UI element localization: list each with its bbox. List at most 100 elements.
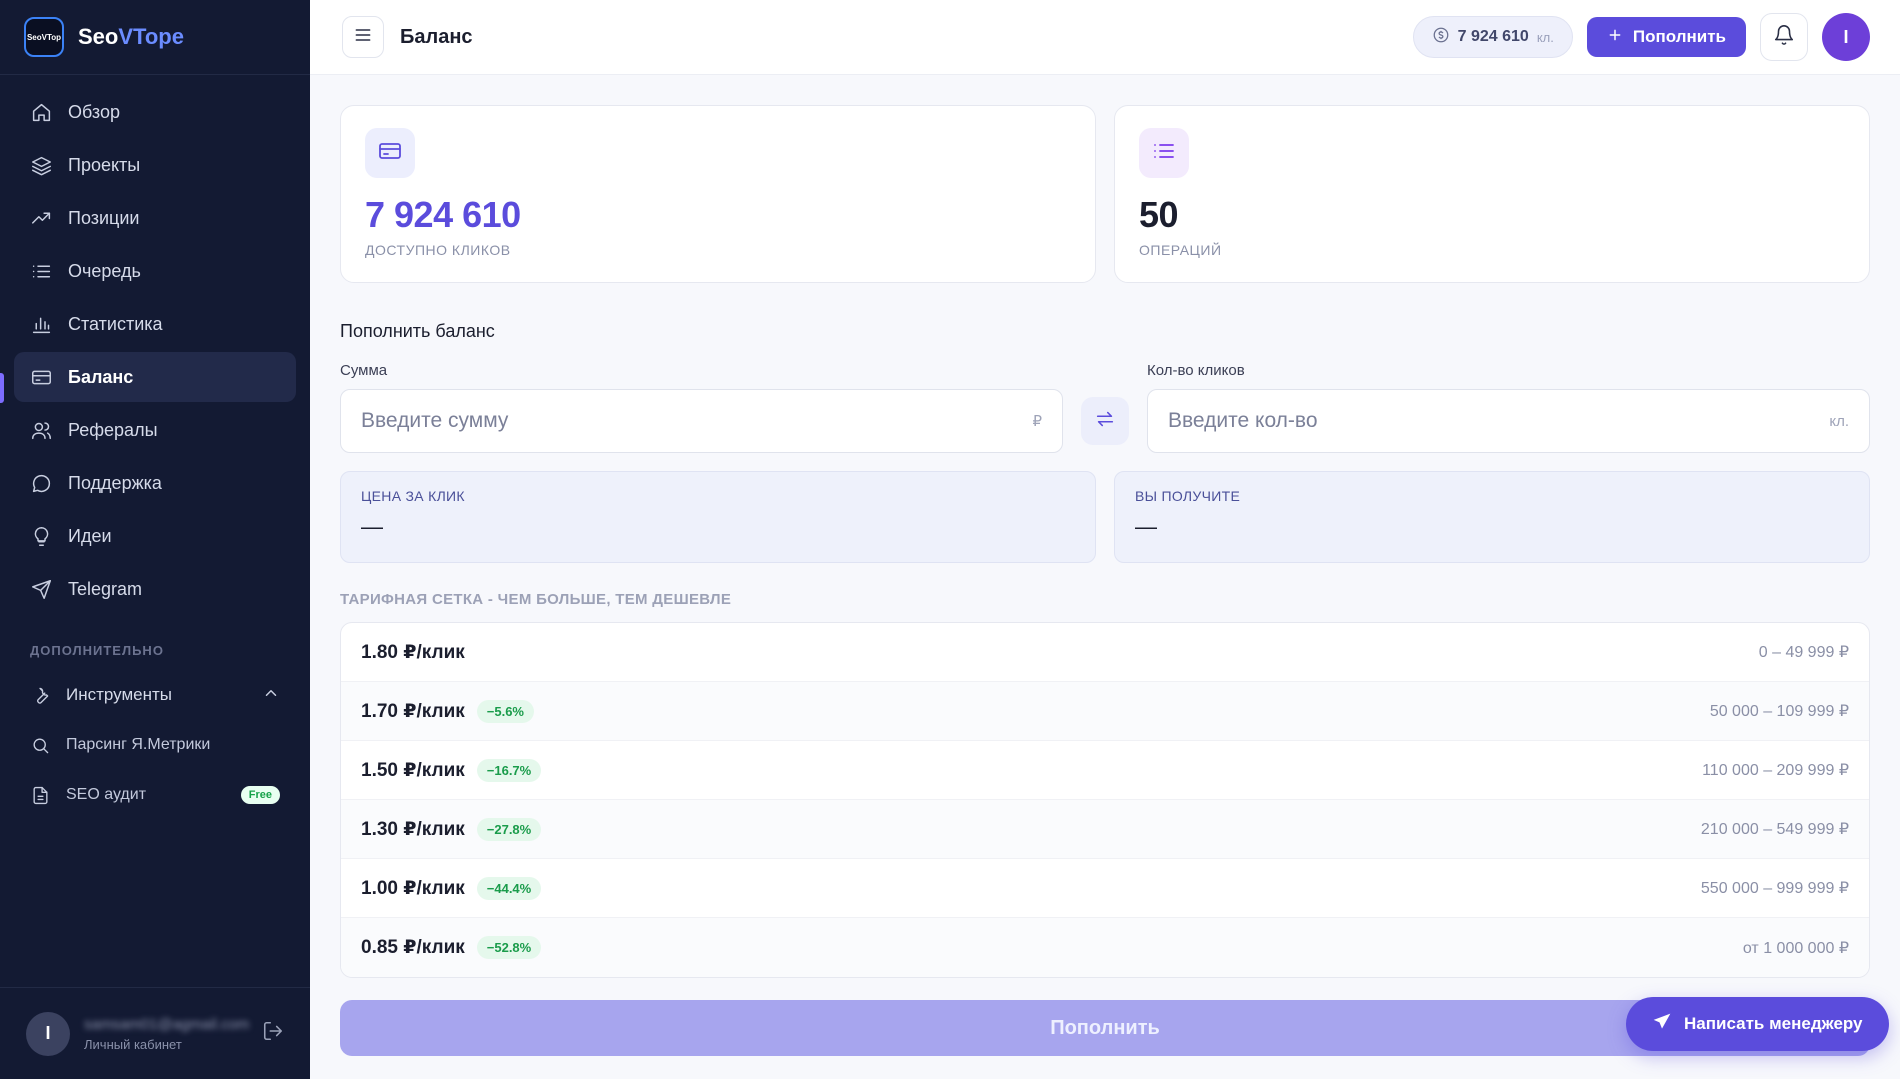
stat-card-operations: 50 ОПЕРАЦИЙ	[1114, 105, 1870, 283]
you-receive-label: ВЫ ПОЛУЧИТЕ	[1135, 488, 1241, 504]
stat-icon-wrap	[365, 128, 415, 178]
tariff-range: 110 000 – 209 999 ₽	[1702, 762, 1849, 779]
sidebar-item-label: SEO аудит	[66, 786, 147, 803]
bell-icon	[1773, 24, 1795, 51]
brand[interactable]: SeoVTop SeoVTope	[0, 0, 310, 75]
tariff-range: 550 000 – 999 999 ₽	[1700, 880, 1849, 897]
sidebar-nav: Обзор Проекты Позиции Очередь Статистика…	[0, 75, 310, 614]
sidebar-item-label: Проекты	[68, 154, 141, 175]
header-avatar[interactable]: I	[1822, 13, 1870, 61]
sidebar-item-telegram[interactable]: Telegram	[14, 564, 296, 614]
tariff-row: 1.30 ₽/клик −27.8% 210 000 – 549 999 ₽	[341, 800, 1869, 859]
balance-chip[interactable]: 7 924 610 кл.	[1412, 16, 1573, 58]
sidebar-item-support[interactable]: Поддержка	[14, 458, 296, 508]
tariff-price: 1.80 ₽/клик	[361, 641, 465, 663]
tariff-range: от 1 000 000 ₽	[1742, 939, 1849, 957]
swap-arrows-icon	[1094, 408, 1116, 435]
user-name: samsam01@agmail.com	[84, 1015, 250, 1033]
sum-field: Сумма ₽	[340, 362, 1063, 453]
discount-badge: −16.7%	[476, 758, 542, 782]
calc-info-row: ЦЕНА ЗА КЛИК — ВЫ ПОЛУЧИТЕ —	[340, 471, 1870, 563]
sidebar-item-label: Очередь	[68, 260, 141, 281]
clicks-input[interactable]	[1168, 409, 1830, 433]
send-icon	[1652, 1012, 1672, 1037]
tariff-row: 0.85 ₽/клик −52.8% от 1 000 000 ₽	[341, 918, 1869, 977]
wrench-icon	[30, 685, 50, 705]
sidebar-item-balance[interactable]: Баланс	[14, 352, 296, 402]
sidebar-item-metrika-parsing[interactable]: Парсинг Я.Метрики	[0, 720, 310, 770]
operations-label: ОПЕРАЦИЙ	[1139, 242, 1222, 258]
price-per-click-label: ЦЕНА ЗА КЛИК	[361, 488, 465, 504]
sidebar-item-tools[interactable]: Инструменты	[0, 670, 310, 720]
tariff-table: 1.80 ₽/клик 0 – 49 999 ₽ 1.70 ₽/клик −5.…	[340, 622, 1870, 978]
layers-icon	[30, 154, 52, 176]
you-receive-card: ВЫ ПОЛУЧИТЕ —	[1114, 471, 1870, 563]
available-clicks-value: 7 924 610	[365, 194, 521, 235]
logout-icon[interactable]	[262, 1020, 284, 1047]
topup-form: Сумма ₽ Кол-во кликов кл.	[340, 362, 1870, 453]
tariff-row: 1.80 ₽/клик 0 – 49 999 ₽	[341, 623, 1869, 682]
you-receive-value: —	[1135, 514, 1157, 539]
sum-input-wrap: ₽	[340, 389, 1063, 453]
sidebar-item-projects[interactable]: Проекты	[14, 140, 296, 190]
ruble-suffix: ₽	[1032, 413, 1042, 430]
sidebar-item-label: Статистика	[68, 313, 163, 334]
stats-row: 7 924 610 ДОСТУПНО КЛИКОВ 50 ОПЕРАЦИЙ	[340, 105, 1870, 283]
clicks-suffix: кл.	[1829, 412, 1849, 430]
header-topup-label: Пополнить	[1632, 27, 1726, 46]
user-subtitle: Личный кабинет	[84, 1036, 182, 1052]
tariff-range: 0 – 49 999 ₽	[1758, 644, 1849, 661]
menu-button[interactable]	[342, 16, 384, 58]
tariff-price: 0.85 ₽/клик	[361, 937, 465, 958]
discount-badge: −52.8%	[476, 936, 542, 959]
sidebar-item-label: Баланс	[68, 366, 134, 387]
sidebar-item-statistics[interactable]: Статистика	[14, 299, 296, 349]
file-icon	[30, 785, 50, 805]
sidebar-item-ideas[interactable]: Идеи	[14, 511, 296, 561]
contact-manager-button[interactable]: Написать менеджеру	[1626, 997, 1889, 1051]
message-icon	[30, 472, 52, 494]
sidebar-item-label: Поддержка	[68, 472, 162, 493]
bar-chart-icon	[30, 313, 52, 335]
search-icon	[30, 735, 50, 755]
lightbulb-icon	[30, 525, 52, 547]
sum-label: Сумма	[340, 362, 388, 379]
swap-button[interactable]	[1081, 397, 1129, 445]
home-icon	[30, 101, 52, 123]
sidebar-item-label: Инструменты	[66, 685, 173, 704]
credit-card-icon	[30, 366, 52, 388]
operations-value: 50	[1139, 194, 1179, 235]
active-indicator	[0, 373, 4, 403]
top-header: Баланс 7 924 610 кл. Пополнить I	[310, 0, 1900, 75]
sidebar-item-label: Позиции	[68, 207, 140, 228]
clicks-label: Кол-во кликов	[1147, 362, 1245, 379]
sum-input[interactable]	[361, 409, 1033, 433]
tariff-price: 1.70 ₽/клик	[361, 700, 465, 722]
tariff-row: 1.70 ₽/клик −5.6% 50 000 – 109 999 ₽	[341, 682, 1869, 741]
sidebar-item-label: Обзор	[68, 101, 120, 122]
header-topup-button[interactable]: Пополнить	[1586, 17, 1746, 57]
chevron-up-icon[interactable]	[262, 684, 280, 707]
tariff-range: 50 000 – 109 999 ₽	[1709, 703, 1849, 720]
tariff-range: 210 000 – 549 999 ₽	[1700, 821, 1849, 838]
notifications-button[interactable]	[1760, 13, 1808, 61]
avatar: I	[26, 1011, 70, 1056]
clicks-field: Кол-во кликов кл.	[1147, 362, 1870, 453]
sidebar-item-overview[interactable]: Обзор	[14, 87, 296, 137]
sidebar-item-label: Telegram	[68, 578, 143, 599]
sidebar-item-positions[interactable]: Позиции	[14, 193, 296, 243]
page-title: Баланс	[400, 25, 473, 48]
hamburger-icon	[353, 25, 373, 50]
topup-form-title: Пополнить баланс	[340, 321, 495, 341]
main-content: 7 924 610 ДОСТУПНО КЛИКОВ 50 ОПЕРАЦИЙ По…	[340, 105, 1870, 1056]
sidebar-item-referrals[interactable]: Рефералы	[14, 405, 296, 455]
price-per-click-value: —	[361, 514, 383, 539]
balance-unit: кл.	[1536, 29, 1554, 45]
sidebar-item-label: Рефералы	[68, 419, 158, 440]
user-block[interactable]: I samsam01@agmail.com Личный кабинет	[0, 987, 310, 1079]
sidebar-item-queue[interactable]: Очередь	[14, 246, 296, 296]
tariff-row: 1.50 ₽/клик −16.7% 110 000 – 209 999 ₽	[341, 741, 1869, 800]
sidebar-item-seo-audit[interactable]: SEO аудит Free	[0, 770, 310, 820]
coin-icon	[1432, 26, 1450, 49]
tariff-row: 1.00 ₽/клик −44.4% 550 000 – 999 999 ₽	[341, 859, 1869, 918]
